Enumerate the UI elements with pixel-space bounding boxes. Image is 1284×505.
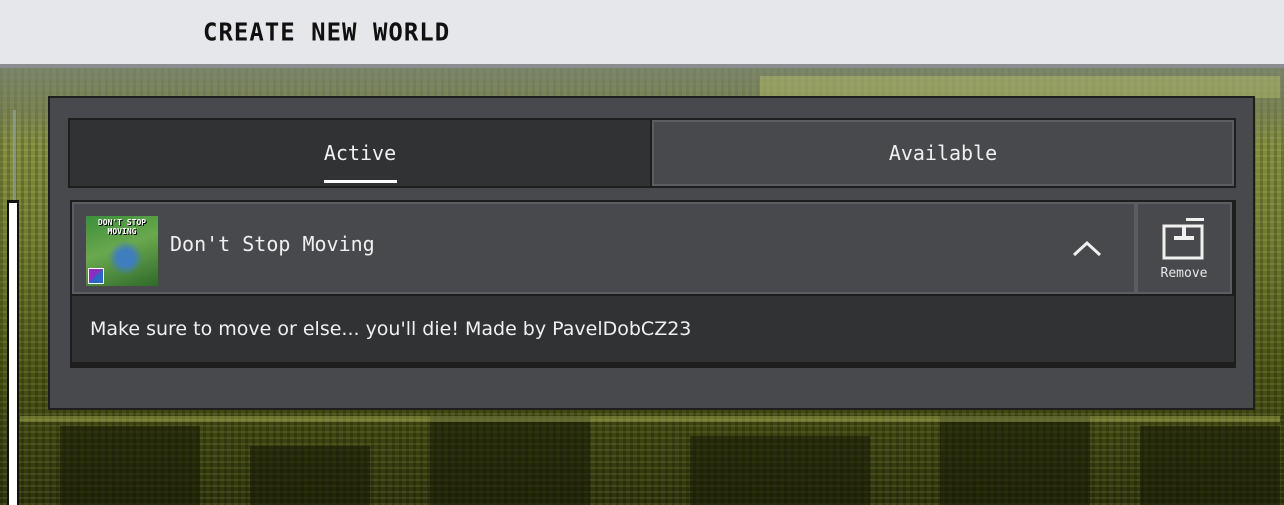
resource-packs-panel: Active Available DON'T STOP MOVING Don't… xyxy=(48,96,1255,410)
header-divider xyxy=(0,64,1284,68)
tab-active-label: Active xyxy=(323,141,397,165)
tab-bar: Active Available xyxy=(68,118,1236,188)
remove-button-label: Remove xyxy=(1160,266,1208,281)
chevron-up-icon[interactable] xyxy=(1072,238,1102,258)
remove-pack-icon xyxy=(1162,218,1204,260)
scrollbar-thumb[interactable] xyxy=(9,203,17,505)
pack-name: Don't Stop Moving xyxy=(170,232,375,256)
remove-button[interactable]: Remove xyxy=(1136,202,1232,294)
scroll-stem xyxy=(13,110,16,200)
creator-logo xyxy=(88,268,104,284)
tab-active[interactable]: Active xyxy=(70,120,650,186)
pack-thumbnail-text: DON'T STOP MOVING xyxy=(97,218,147,236)
header-bar: CREATE NEW WORLD xyxy=(0,0,1284,64)
tab-available-label: Available xyxy=(888,141,998,165)
pack-header-toggle[interactable]: DON'T STOP MOVING Don't Stop Moving xyxy=(72,202,1136,294)
pack-card: DON'T STOP MOVING Don't Stop Moving Remo… xyxy=(70,200,1236,368)
pack-thumbnail: DON'T STOP MOVING xyxy=(86,216,158,286)
tab-available[interactable]: Available xyxy=(652,120,1234,186)
tab-active-indicator xyxy=(324,180,397,183)
pack-description: Make sure to move or else... you'll die!… xyxy=(72,296,1234,362)
page-title: CREATE NEW WORLD xyxy=(203,17,451,47)
